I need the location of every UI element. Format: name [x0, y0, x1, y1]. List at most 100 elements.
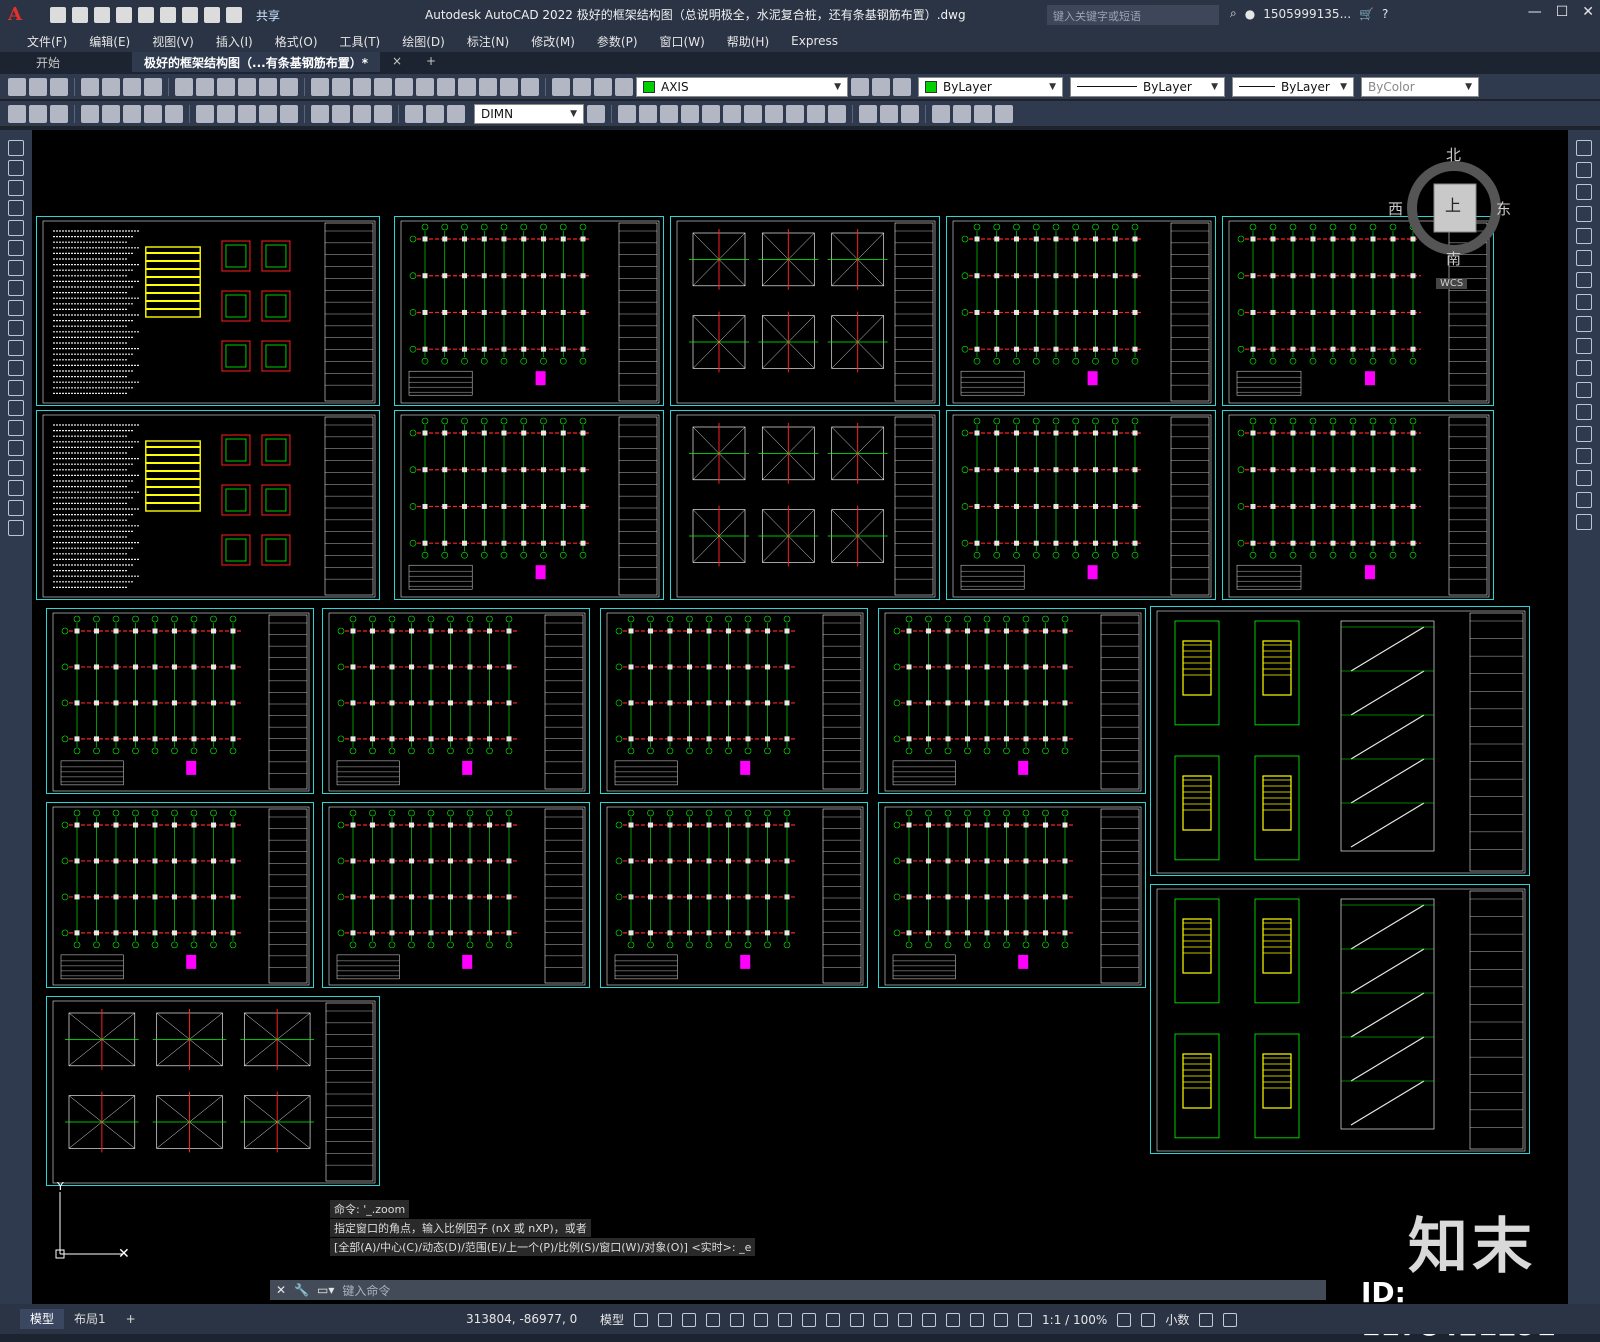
new-icon[interactable]	[50, 7, 66, 23]
lineweight-icon[interactable]	[826, 1312, 841, 1327]
menu-tools[interactable]: 工具(T)	[329, 33, 392, 50]
object-snap-tracking-icon[interactable]	[778, 1312, 793, 1327]
menu-view[interactable]: 视图(V)	[141, 33, 205, 50]
break-at-point-icon[interactable]	[1576, 382, 1592, 398]
move-icon[interactable]	[1576, 250, 1592, 266]
workspace-gear-icon[interactable]	[1117, 1312, 1132, 1327]
auto-scale-icon[interactable]	[1018, 1312, 1033, 1327]
gizmo-icon[interactable]	[970, 1312, 985, 1327]
3d-osnap-icon[interactable]	[898, 1312, 913, 1327]
circle-icon[interactable]	[8, 260, 24, 276]
redo-icon[interactable]	[280, 77, 298, 96]
continue-dim-icon[interactable]	[238, 104, 256, 123]
explode-icon[interactable]	[1576, 514, 1592, 530]
pan-icon[interactable]	[311, 77, 329, 96]
copy-object-icon[interactable]	[1576, 162, 1592, 178]
preview-icon[interactable]	[102, 77, 120, 96]
drawing-sheet[interactable]	[394, 216, 664, 406]
undo-icon[interactable]	[204, 7, 220, 23]
transparency-icon[interactable]	[850, 1312, 865, 1327]
minimize-icon[interactable]: —	[1528, 4, 1542, 20]
section-icon[interactable]	[807, 104, 825, 123]
mtext-icon[interactable]	[8, 500, 24, 516]
mirror-icon[interactable]	[1576, 184, 1592, 200]
gradient-icon[interactable]	[8, 440, 24, 456]
chevron-down-icon[interactable]: ▼	[1049, 82, 1056, 92]
command-line[interactable]: ✕ 🔧 ▭▾ 键入命令	[270, 1280, 1326, 1300]
drawing-sheet[interactable]	[36, 216, 380, 406]
break-icon[interactable]	[1576, 404, 1592, 420]
menu-edit[interactable]: 编辑(E)	[78, 33, 141, 50]
make-current-icon[interactable]	[851, 77, 869, 96]
model-space-toggle[interactable]: 模型	[600, 1311, 624, 1328]
user-icon[interactable]: ●	[1245, 7, 1255, 21]
lineweight-combo[interactable]: ByLayer ▼	[1232, 76, 1354, 97]
baseline-dim-icon[interactable]	[217, 104, 235, 123]
inspection-icon[interactable]	[353, 104, 371, 123]
tool-palettes-icon[interactable]	[437, 77, 455, 96]
compass-east[interactable]: 东	[1496, 198, 1511, 219]
radius-dim-icon[interactable]	[102, 104, 120, 123]
add-selected-icon[interactable]	[8, 520, 24, 536]
drawing-sheet[interactable]	[878, 802, 1146, 988]
layer-properties-icon[interactable]	[552, 77, 570, 96]
zoom-window-icon[interactable]	[353, 77, 371, 96]
layer-freeze-icon[interactable]	[594, 77, 612, 96]
extrude-icon[interactable]	[744, 104, 762, 123]
close-icon[interactable]: ✕	[1582, 4, 1594, 20]
tab-layout1[interactable]: 布局1	[64, 1309, 116, 1329]
plot-icon[interactable]	[81, 77, 99, 96]
dim-break-icon[interactable]	[280, 104, 298, 123]
line-icon[interactable]	[8, 140, 24, 156]
region-icon[interactable]	[8, 460, 24, 476]
save-as-icon[interactable]	[116, 7, 132, 23]
wcs-menu[interactable]: WCS	[1436, 278, 1468, 289]
grid-icon[interactable]	[634, 1312, 649, 1327]
layer-state-icon[interactable]	[893, 77, 911, 96]
extrude-faces-icon[interactable]	[932, 104, 950, 123]
linear-dim-icon[interactable]	[8, 104, 26, 123]
publish-icon[interactable]	[123, 77, 141, 96]
recent-commands-icon[interactable]: ▭▾	[317, 1283, 334, 1297]
ellipse-icon[interactable]	[8, 320, 24, 336]
intersect-icon[interactable]	[901, 104, 919, 123]
center-mark-icon[interactable]	[332, 104, 350, 123]
rectangle-icon[interactable]	[8, 220, 24, 236]
drawing-sheet[interactable]	[394, 410, 664, 600]
jogged-dim-icon[interactable]	[123, 104, 141, 123]
menu-file[interactable]: 文件(F)	[16, 33, 78, 50]
menu-help[interactable]: 帮助(H)	[716, 33, 780, 50]
ortho-icon[interactable]	[706, 1312, 721, 1327]
open-web-icon[interactable]	[138, 7, 154, 23]
plotstyle-combo[interactable]: ByColor ▼	[1361, 76, 1479, 97]
dim-style-icon[interactable]	[587, 104, 605, 123]
quick-properties-icon[interactable]	[1199, 1312, 1214, 1327]
viewcube-top-face[interactable]: 上	[1445, 192, 1461, 216]
menu-insert[interactable]: 插入(I)	[205, 33, 264, 50]
polyline-icon[interactable]	[8, 180, 24, 196]
undo-icon[interactable]	[259, 77, 277, 96]
open-icon[interactable]	[29, 77, 47, 96]
sheet-set-icon[interactable]	[458, 77, 476, 96]
dim-edit-icon[interactable]	[405, 104, 423, 123]
tolerance-icon[interactable]	[311, 104, 329, 123]
chevron-down-icon[interactable]: ▼	[1340, 82, 1347, 92]
dim-text-edit-icon[interactable]	[426, 104, 444, 123]
menu-parametric[interactable]: 参数(P)	[586, 33, 649, 50]
ellipse-arc-icon[interactable]	[8, 340, 24, 356]
help-icon[interactable]	[521, 77, 539, 96]
zoom-realtime-icon[interactable]	[332, 77, 350, 96]
save-icon[interactable]	[50, 77, 68, 96]
cylinder-icon[interactable]	[660, 104, 678, 123]
drawing-sheet[interactable]	[46, 996, 380, 1186]
dynamic-ucs-icon[interactable]	[922, 1312, 937, 1327]
viewcube[interactable]: 北 东 西 南 上 WCS	[1388, 146, 1524, 298]
search-icon[interactable]: ⌕	[1230, 6, 1237, 21]
object-snap-icon[interactable]	[802, 1312, 817, 1327]
paste-icon[interactable]	[217, 77, 235, 96]
color-combo[interactable]: ByLayer ▼	[918, 76, 1063, 97]
help-icon[interactable]: ?	[1382, 7, 1388, 21]
save-web-icon[interactable]	[160, 7, 176, 23]
insert-block-icon[interactable]	[8, 360, 24, 376]
make-block-icon[interactable]	[8, 380, 24, 396]
